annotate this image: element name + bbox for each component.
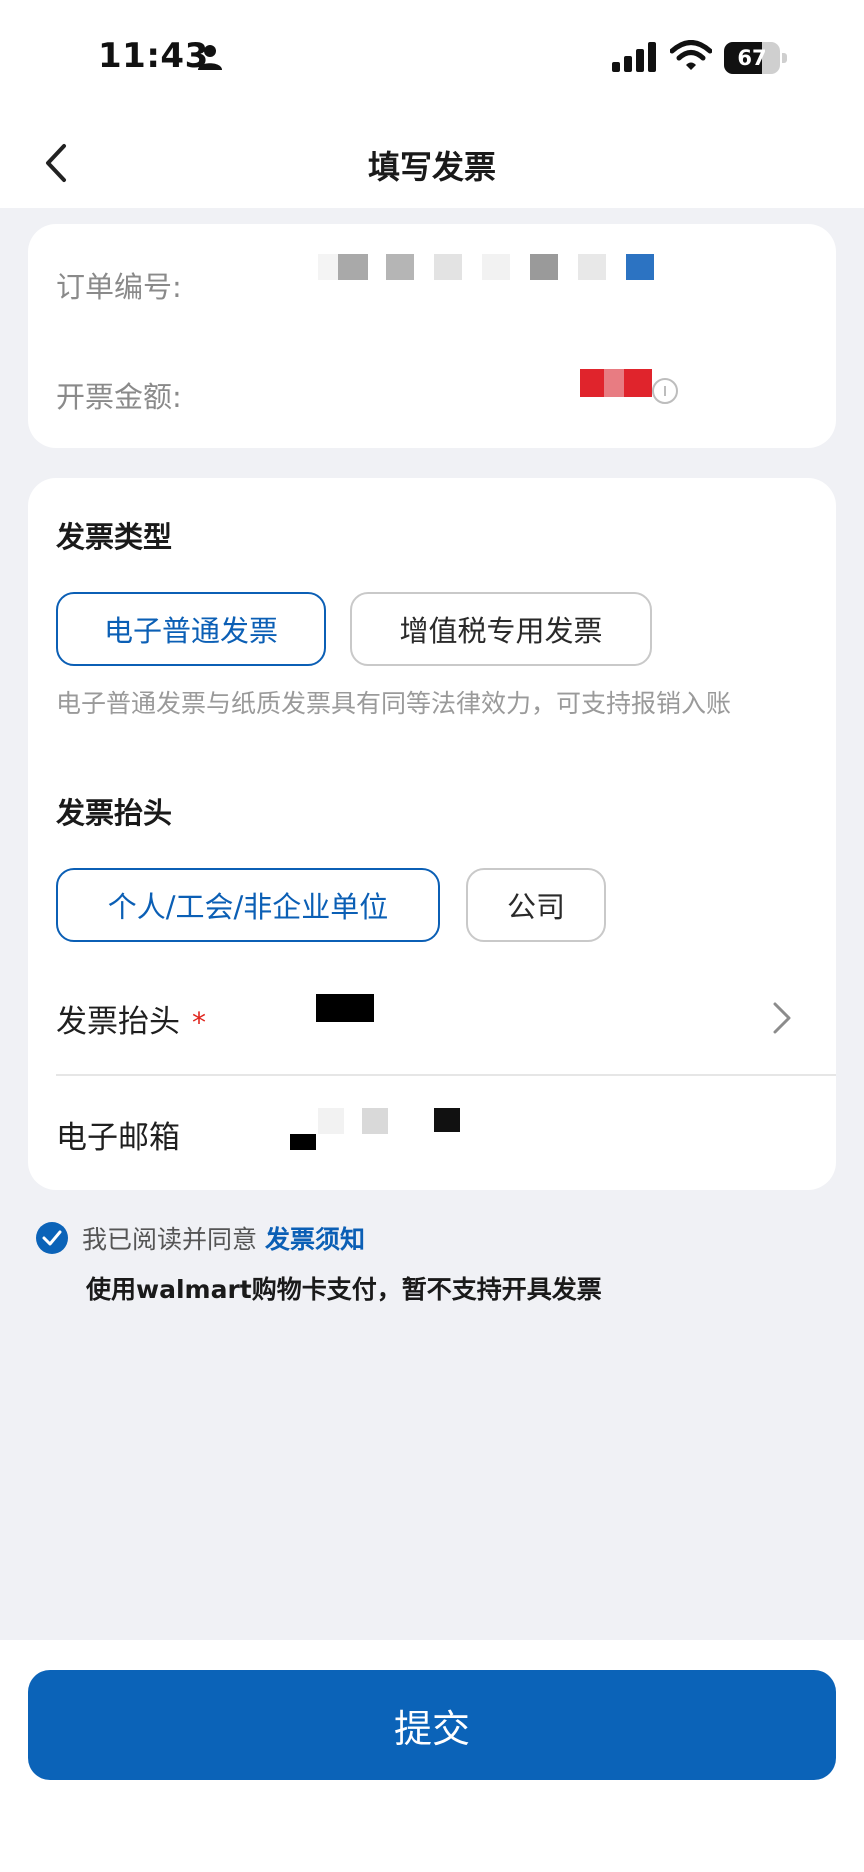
signal-icon <box>612 42 656 72</box>
nav-bar: 填写发票 <box>0 118 864 208</box>
status-bar: 11:43 67 <box>0 0 864 118</box>
invoice-type-option-vat-special[interactable]: 增值税专用发票 <box>350 592 652 666</box>
battery-level: 67 <box>737 46 767 70</box>
invoice-header-field-label: 发票抬头 <box>56 1004 180 1040</box>
wifi-icon <box>670 40 712 70</box>
info-icon[interactable] <box>650 376 680 406</box>
order-info-card: 订单编号: 开票金额: <box>28 224 836 448</box>
email-field-label: 电子邮箱 <box>56 1120 180 1156</box>
header-option-personal[interactable]: 个人/工会/非企业单位 <box>56 868 440 942</box>
invoice-type-hint: 电子普通发票与纸质发票具有同等法律效力，可支持报销入账 <box>56 689 732 718</box>
invoice-header-title: 发票抬头 <box>56 796 173 830</box>
payment-notice: 使用walmart购物卡支付，暂不支持开具发票 <box>86 1275 602 1304</box>
status-time: 11:43 <box>98 36 209 76</box>
invoice-type-option-electronic[interactable]: 电子普通发票 <box>56 592 326 666</box>
agreement-row[interactable]: 我已阅读并同意 发票须知 <box>36 1218 365 1258</box>
battery-indicator: 67 <box>724 42 788 74</box>
header-option-company[interactable]: 公司 <box>466 868 606 942</box>
invoice-header-field[interactable]: 发票抬头 * <box>56 996 206 1041</box>
chevron-right-icon[interactable] <box>770 998 794 1038</box>
person-icon <box>198 45 222 70</box>
check-icon[interactable] <box>36 1222 68 1254</box>
invoice-header-value-redacted <box>316 994 374 1022</box>
invoice-form-card: 发票类型 电子普通发票 增值税专用发票 电子普通发票与纸质发票具有同等法律效力，… <box>28 478 836 1190</box>
page-title: 填写发票 <box>367 148 496 186</box>
agreement-text: 我已阅读并同意 <box>82 1225 258 1254</box>
invoice-amount-label: 开票金额: <box>56 380 182 414</box>
bottom-bar: 提交 <box>0 1640 864 1872</box>
field-divider <box>56 1074 836 1076</box>
invoice-notice-link[interactable]: 发票须知 <box>265 1220 365 1256</box>
invoice-type-title: 发票类型 <box>56 520 173 554</box>
submit-button[interactable]: 提交 <box>28 1670 836 1780</box>
required-mark: * <box>192 1006 206 1039</box>
order-number-label: 订单编号: <box>56 270 182 304</box>
